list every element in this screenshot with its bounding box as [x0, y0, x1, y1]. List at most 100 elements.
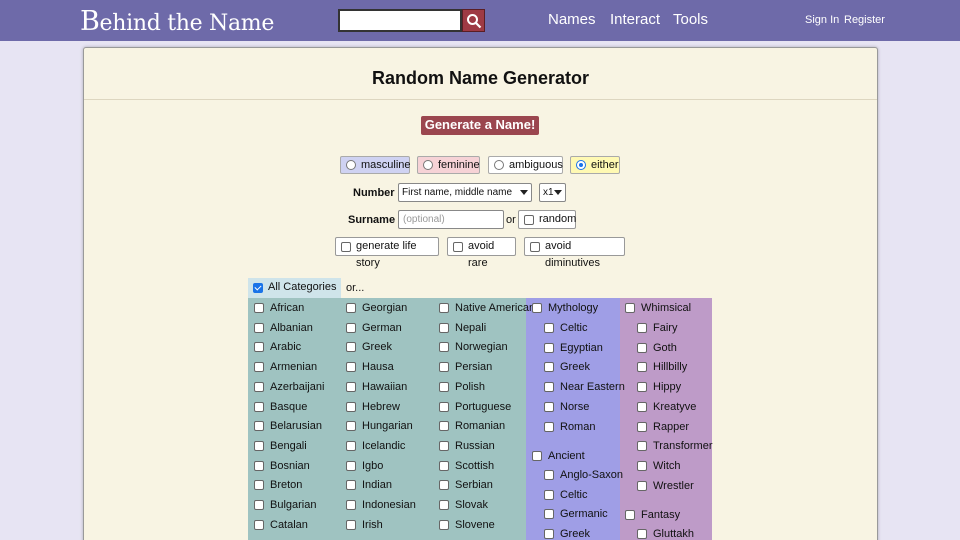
category-checkbox[interactable]: Hippy	[633, 381, 681, 394]
avoid-rare-checkbox[interactable]: avoid rare	[447, 237, 516, 269]
radio-selected-icon	[576, 160, 586, 170]
count-select[interactable]: x1	[539, 183, 566, 202]
category-checkbox[interactable]: Serbian	[435, 479, 493, 492]
category-checkbox[interactable]: Near Eastern	[540, 381, 625, 394]
category-checkbox[interactable]: Bosnian	[250, 460, 310, 473]
generate-button[interactable]: Generate a Name!	[421, 116, 539, 135]
category-checkbox[interactable]: Albanian	[250, 322, 313, 335]
category-checkbox[interactable]: Breton	[250, 479, 302, 492]
category-checkbox[interactable]: Greek	[540, 361, 590, 374]
category-checkbox[interactable]: Slovene	[435, 519, 495, 532]
search-input[interactable]	[338, 9, 462, 32]
category-checkbox[interactable]: Hillbilly	[633, 361, 687, 374]
category-checkbox[interactable]: Goth	[633, 342, 677, 355]
category-checkbox[interactable]: Polish	[435, 381, 485, 394]
category-checkbox[interactable]: Hungarian	[342, 420, 413, 433]
nav-interact[interactable]: Interact	[610, 11, 660, 28]
category-checkbox[interactable]: Hausa	[342, 361, 394, 374]
category-checkbox[interactable]: Germanic	[540, 508, 608, 521]
checkbox-icon	[453, 242, 463, 252]
checkbox-icon	[346, 362, 356, 373]
category-checkbox[interactable]: Mythology	[528, 302, 598, 315]
category-checkbox[interactable]: Greek	[540, 528, 590, 540]
gender-feminine-option[interactable]: feminine	[417, 156, 480, 174]
all-categories-checkbox[interactable]: All Categories	[248, 278, 341, 298]
category-checkbox[interactable]: Scottish	[435, 460, 494, 473]
number-select[interactable]: First name, middle name	[398, 183, 532, 202]
category-checkbox[interactable]: Basque	[250, 401, 307, 414]
checkbox-icon	[625, 510, 635, 520]
category-checkbox[interactable]: Celtic	[540, 489, 588, 502]
avoid-diminutives-checkbox[interactable]: avoid diminutives	[524, 237, 625, 269]
category-checkbox[interactable]: Fairy	[633, 322, 677, 335]
checkbox-icon	[346, 519, 356, 530]
category-checkbox[interactable]: Hawaiian	[342, 381, 407, 394]
register-link[interactable]: Register	[844, 14, 885, 26]
checkbox-icon	[346, 401, 356, 412]
life-story-checkbox[interactable]: generate life story	[335, 237, 439, 269]
category-checkbox[interactable]: Native American	[435, 302, 535, 315]
category-checkbox[interactable]: Celtic	[540, 322, 588, 335]
category-checkbox[interactable]: Georgian	[342, 302, 407, 315]
category-checkbox[interactable]: Indian	[342, 479, 392, 492]
category-checkbox[interactable]: Russian	[435, 440, 495, 453]
random-surname-checkbox[interactable]: random	[518, 210, 576, 229]
category-checkbox[interactable]: Wrestler	[633, 480, 694, 493]
category-checkbox[interactable]: Portuguese	[435, 401, 511, 414]
category-checkbox[interactable]: African	[250, 302, 304, 315]
category-checkbox[interactable]: Romanian	[435, 420, 505, 433]
category-checkbox[interactable]: Nepali	[435, 322, 486, 335]
category-checkbox[interactable]: Transformer	[633, 440, 713, 453]
category-checkbox[interactable]: Bengali	[250, 440, 307, 453]
sign-in-link[interactable]: Sign In	[805, 14, 839, 26]
checkbox-icon	[439, 440, 449, 451]
site-logo[interactable]: Behind the Name	[80, 6, 274, 37]
category-checkbox[interactable]: Egyptian	[540, 342, 603, 355]
search-icon	[467, 14, 482, 29]
checkbox-icon	[254, 460, 264, 471]
checkbox-icon	[346, 500, 356, 510]
nav-names[interactable]: Names	[548, 11, 596, 28]
checkbox-icon	[341, 242, 351, 252]
checkbox-icon	[439, 342, 449, 353]
checkbox-icon	[637, 460, 647, 471]
gender-ambiguous-option[interactable]: ambiguous	[488, 156, 563, 174]
category-checkbox[interactable]: Norse	[540, 401, 589, 414]
category-checkbox[interactable]: Belarusian	[250, 420, 322, 433]
category-checkbox[interactable]: Rapper	[633, 421, 689, 434]
category-checkbox[interactable]: Ancient	[528, 450, 585, 463]
category-checkbox[interactable]: Anglo-Saxon	[540, 469, 623, 482]
category-checkbox[interactable]: Armenian	[250, 361, 317, 374]
category-checkbox[interactable]: Roman	[540, 421, 595, 434]
category-checkbox[interactable]: Hebrew	[342, 401, 400, 414]
category-checkbox[interactable]: Gluttakh	[633, 528, 694, 540]
category-checkbox[interactable]: Icelandic	[342, 440, 405, 453]
gender-either-option[interactable]: either	[570, 156, 620, 174]
checkbox-icon	[439, 500, 449, 510]
surname-input[interactable]: (optional)	[398, 210, 504, 229]
search-button[interactable]	[462, 9, 485, 32]
gender-masculine-option[interactable]: masculine	[340, 156, 411, 174]
category-checkbox[interactable]: Persian	[435, 361, 492, 374]
checkbox-icon	[254, 362, 264, 373]
category-checkbox[interactable]: Irish	[342, 519, 383, 532]
category-checkbox[interactable]: German	[342, 322, 402, 335]
category-checkbox[interactable]: Greek	[342, 341, 392, 354]
category-checkbox[interactable]: Igbo	[342, 460, 383, 473]
category-checkbox[interactable]: Norwegian	[435, 341, 508, 354]
checkbox-icon	[254, 401, 264, 412]
category-checkbox[interactable]: Slovak	[435, 499, 488, 512]
category-checkbox[interactable]: Kreatyve	[633, 401, 696, 414]
radio-icon	[423, 160, 433, 170]
category-checkbox[interactable]: Arabic	[250, 341, 301, 354]
category-checkbox[interactable]: Witch	[633, 460, 681, 473]
category-checkbox[interactable]: Indonesian	[342, 499, 416, 512]
category-checkbox[interactable]: Catalan	[250, 519, 308, 532]
nav-tools[interactable]: Tools	[673, 11, 708, 28]
checkbox-icon	[254, 421, 264, 432]
category-checkbox[interactable]: Bulgarian	[250, 499, 316, 512]
category-checkbox[interactable]: Whimsical	[621, 302, 691, 315]
checkbox-icon	[439, 401, 449, 412]
category-checkbox[interactable]: Fantasy	[621, 509, 680, 522]
category-checkbox[interactable]: Azerbaijani	[250, 381, 324, 394]
